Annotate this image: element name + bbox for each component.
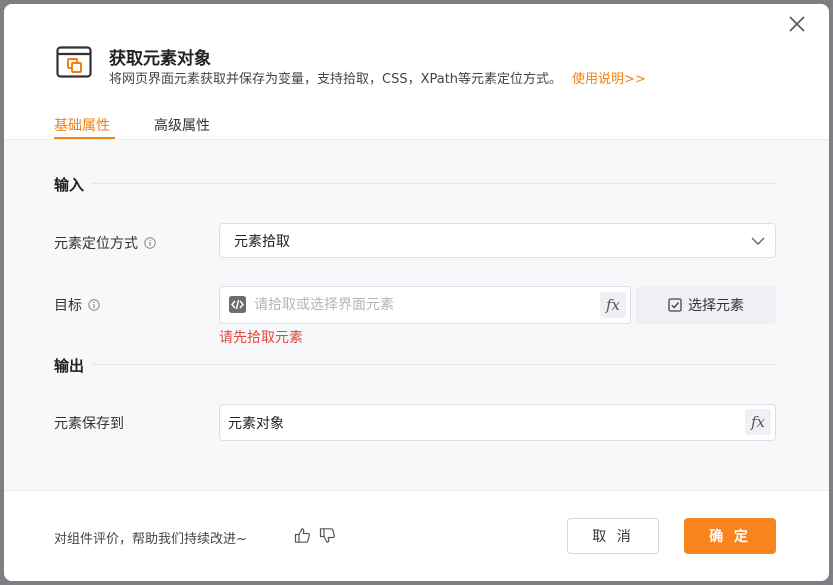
dialog-subtitle: 将网页界面元素获取并保存为变量，支持拾取，CSS，XPath等元素定位方式。 使用… (109, 68, 646, 87)
dialog-body: 输入 元素定位方式 元素拾取 目标 请拾取或选择界面元素 fx 选择元素 请先拾… (4, 140, 829, 490)
target-error-message: 请先拾取元素 (219, 330, 303, 346)
target-field[interactable]: fx (219, 286, 631, 324)
thumbs-down-icon[interactable] (319, 527, 336, 544)
info-icon[interactable] (144, 237, 156, 249)
tab-advanced[interactable]: 高级属性 (154, 115, 210, 135)
locate-method-select[interactable]: 元素拾取 (219, 223, 776, 258)
feedback-text: 对组件评价，帮助我们持续改进~ (54, 532, 247, 547)
code-icon (229, 296, 246, 313)
confirm-button[interactable]: 确 定 (684, 518, 776, 554)
locate-method-label-text: 元素定位方式 (54, 236, 138, 252)
select-element-label: 选择元素 (688, 298, 744, 314)
target-input[interactable] (254, 295, 584, 315)
select-element-button[interactable]: 选择元素 (636, 286, 776, 324)
locate-method-value: 元素拾取 (234, 233, 290, 250)
locate-method-label: 元素定位方式 (54, 233, 156, 253)
input-section-title: 输入 (54, 176, 85, 194)
save-to-field[interactable]: fx (219, 404, 776, 441)
window-icon (56, 46, 92, 78)
thumbs-up-icon[interactable] (294, 527, 311, 544)
target-label: 目标 (54, 295, 100, 315)
dialog-header: 获取元素对象 将网页界面元素获取并保存为变量，支持拾取，CSS，XPath等元素… (4, 4, 829, 140)
output-section-title: 输出 (54, 357, 85, 375)
cancel-button[interactable]: 取 消 (567, 518, 659, 554)
fx-icon[interactable]: fx (600, 292, 626, 318)
checkbox-icon (668, 298, 682, 312)
chevron-down-icon (751, 237, 765, 245)
info-icon[interactable] (88, 299, 100, 311)
dialog-title: 获取元素对象 (109, 49, 211, 69)
input-section-divider (91, 183, 776, 184)
save-to-input[interactable] (228, 413, 728, 433)
close-icon[interactable] (786, 13, 808, 35)
output-section-divider (91, 364, 776, 365)
target-label-text: 目标 (54, 298, 82, 314)
get-element-dialog: 获取元素对象 将网页界面元素获取并保存为变量，支持拾取，CSS，XPath等元素… (4, 4, 829, 581)
subtitle-text: 将网页界面元素获取并保存为变量，支持拾取，CSS，XPath等元素定位方式。 (109, 72, 563, 87)
dialog-footer: 对组件评价，帮助我们持续改进~ 取 消 确 定 (4, 491, 829, 581)
save-to-label: 元素保存到 (54, 416, 124, 432)
fx-icon[interactable]: fx (745, 409, 771, 435)
tab-basic[interactable]: 基础属性 (54, 115, 110, 135)
help-link[interactable]: 使用说明>> (572, 72, 646, 87)
